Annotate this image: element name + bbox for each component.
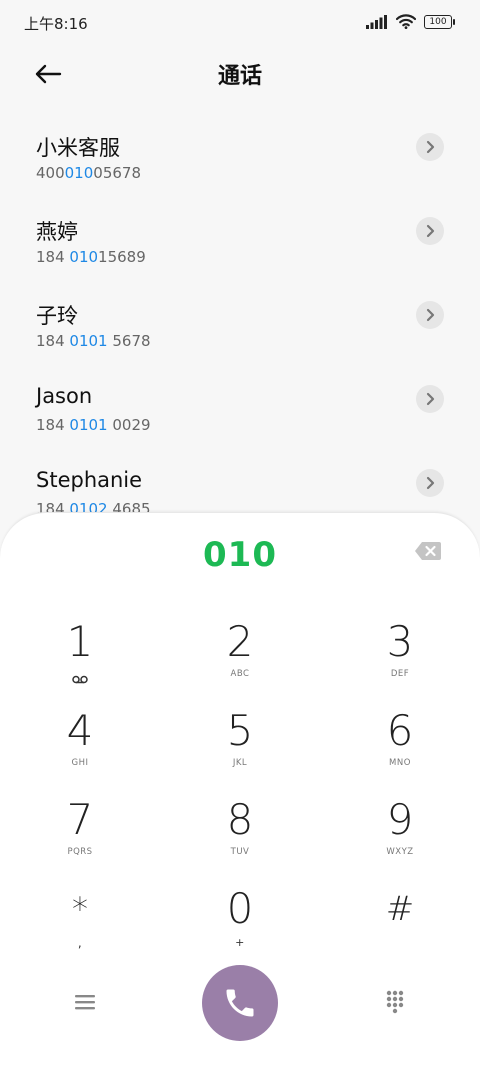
page-title: 通话 xyxy=(217,64,262,89)
key-6[interactable]: 6 MNO xyxy=(340,708,460,794)
key-letters: WXYZ xyxy=(386,847,414,857)
call-button[interactable] xyxy=(202,965,278,1041)
backspace-icon xyxy=(415,542,441,560)
contact-number: 40001005678 xyxy=(36,164,141,182)
menu-button[interactable] xyxy=(72,989,98,1015)
contact-name: 小米客服 xyxy=(36,136,120,160)
key-star[interactable]: * , xyxy=(20,886,140,972)
contact-row[interactable]: 燕婷 184 01015689 xyxy=(0,188,480,272)
number-prefix: 400 xyxy=(36,164,65,182)
key-9[interactable]: 9 WXYZ xyxy=(340,797,460,883)
chevron-right-icon xyxy=(426,224,435,238)
chevron-right-icon xyxy=(426,140,435,154)
key-0[interactable]: 0 + xyxy=(180,886,300,972)
key-digit: 6 xyxy=(386,706,414,755)
contact-detail-button[interactable] xyxy=(416,469,444,497)
key-letters: PQRS xyxy=(67,847,93,857)
key-digit: 1 xyxy=(66,617,94,666)
keypad-toggle-button[interactable] xyxy=(382,989,408,1015)
chevron-right-icon xyxy=(426,392,435,406)
battery-icon: 100 xyxy=(424,14,455,29)
contact-name: Jason xyxy=(36,384,93,408)
number-match: 010 xyxy=(69,248,99,266)
number-prefix: 184 xyxy=(36,248,70,266)
key-letters: + xyxy=(235,936,245,949)
menu-icon xyxy=(75,995,95,1010)
key-letters: GHI xyxy=(71,758,89,768)
number-suffix: 5678 xyxy=(107,332,151,350)
key-letters xyxy=(340,936,460,948)
status-bar: 上午8:16 100 xyxy=(0,0,480,46)
phone-icon xyxy=(226,989,254,1017)
number-match: 010 xyxy=(64,164,94,182)
key-letters: JKL xyxy=(232,758,248,768)
keypad-icon xyxy=(386,990,404,1014)
contact-number: 184 01015689 xyxy=(36,248,146,266)
key-8[interactable]: 8 TUV xyxy=(180,797,300,883)
dialpad-panel: 010 1 2 ABC 3 DEF 4 GHI 5 JKL 6 MNO 7 PQ… xyxy=(0,512,480,1067)
key-3[interactable]: 3 DEF xyxy=(340,619,460,705)
chevron-right-icon xyxy=(426,476,435,490)
contact-name: Stephanie xyxy=(36,468,143,492)
header: 通话 xyxy=(0,46,480,102)
key-letters: DEF xyxy=(390,669,410,679)
key-letters: MNO xyxy=(389,758,411,768)
key-digit: 2 xyxy=(226,617,254,666)
contact-name: 子玲 xyxy=(36,304,78,328)
dialed-number: 010 xyxy=(203,535,277,575)
number-suffix: 0029 xyxy=(107,416,151,434)
contact-detail-button[interactable] xyxy=(416,301,444,329)
contact-number: 184 0101 5678 xyxy=(36,332,151,350)
key-letters: TUV xyxy=(230,847,250,857)
key-7[interactable]: 7 PQRS xyxy=(20,797,140,883)
key-digit: 7 xyxy=(66,795,94,844)
chevron-right-icon xyxy=(426,308,435,322)
contact-name: 燕婷 xyxy=(36,220,78,244)
wifi-icon xyxy=(396,14,416,29)
key-digit: 5 xyxy=(226,706,254,755)
contact-detail-button[interactable] xyxy=(416,217,444,245)
contact-detail-button[interactable] xyxy=(416,385,444,413)
key-digit: # xyxy=(385,889,415,929)
contact-list: 小米客服 40001005678 燕婷 184 01015689 子玲 184 … xyxy=(0,104,480,524)
contact-row[interactable]: Jason 184 0101 0029 xyxy=(0,356,480,440)
key-digit: 9 xyxy=(386,795,414,844)
status-time: 上午8:16 xyxy=(24,15,88,33)
key-2[interactable]: 2 ABC xyxy=(180,619,300,705)
status-icons: 100 xyxy=(366,14,455,29)
key-letters: , xyxy=(77,936,83,950)
key-hash[interactable]: # xyxy=(340,886,460,972)
key-digit: 0 xyxy=(226,884,254,933)
contact-row[interactable]: 小米客服 40001005678 xyxy=(0,104,480,188)
key-letters: ABC xyxy=(230,669,250,679)
key-digit: * xyxy=(72,890,88,928)
key-4[interactable]: 4 GHI xyxy=(20,708,140,794)
contact-row[interactable]: 子玲 184 0101 5678 xyxy=(0,272,480,356)
key-digit: 4 xyxy=(66,706,94,755)
number-prefix: 184 xyxy=(36,416,70,434)
number-match: 0101 xyxy=(69,332,108,350)
number-prefix: 184 xyxy=(36,332,70,350)
number-suffix: 15689 xyxy=(98,248,146,266)
number-suffix: 05678 xyxy=(93,164,141,182)
signal-icon xyxy=(366,14,387,29)
key-digit: 8 xyxy=(226,795,254,844)
key-1[interactable]: 1 xyxy=(20,619,140,705)
voicemail-icon xyxy=(20,669,140,684)
backspace-button[interactable] xyxy=(414,541,442,561)
contact-number: 184 0101 0029 xyxy=(36,416,151,434)
number-match: 0101 xyxy=(69,416,108,434)
key-digit: 3 xyxy=(386,617,414,666)
key-5[interactable]: 5 JKL xyxy=(180,708,300,794)
contact-detail-button[interactable] xyxy=(416,133,444,161)
